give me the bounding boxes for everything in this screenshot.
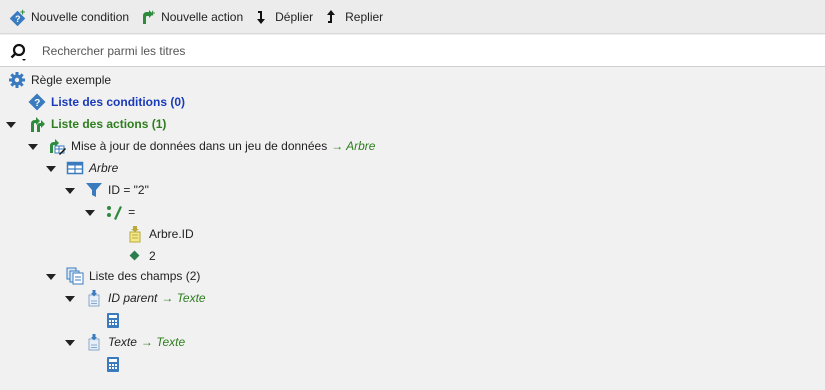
field-icon (129, 226, 141, 243)
new-action-button[interactable]: + Nouvelle action (139, 4, 243, 30)
tree-node-fields-list[interactable]: Liste des champs (2) (46, 265, 201, 287)
collapse-toggle-icon[interactable] (65, 188, 75, 194)
expand-label: Déplier (275, 9, 314, 24)
filter-label: ID = "2" (108, 183, 149, 197)
collapse-toggle-icon[interactable] (65, 340, 75, 346)
field-2-label: Texte (108, 335, 137, 349)
collapse-button[interactable]: Replier (323, 4, 383, 30)
actions-label: Liste des actions (1) (51, 117, 167, 131)
tree-node-update-action[interactable]: Mise à jour de données dans un jeu de do… (28, 135, 376, 157)
toolbar: ? + Nouvelle condition + Nouvelle action… (0, 0, 825, 34)
tree-node-field-2-calc[interactable] (104, 353, 122, 375)
calculator-icon (107, 313, 119, 328)
gear-icon (9, 72, 25, 88)
field-download-icon (88, 290, 100, 307)
tree-node-rule[interactable]: Règle exemple (8, 69, 111, 91)
collapse-toggle-icon[interactable] (65, 296, 75, 302)
svg-text:+: + (150, 8, 155, 18)
field-1-target: → Texte (161, 291, 206, 305)
operator-label: = (128, 205, 136, 219)
conditions-label: Liste des conditions (0) (51, 95, 186, 109)
fields-list-label: Liste des champs (2) (89, 269, 201, 283)
tree-node-operator[interactable]: = (85, 201, 136, 223)
collapse-toggle-icon[interactable] (46, 166, 56, 172)
collapse-label: Replier (345, 9, 384, 24)
operator-icon (107, 206, 122, 220)
update-action-label: Mise à jour de données dans un jeu de do… (71, 139, 328, 153)
expand-button[interactable]: Déplier (253, 4, 313, 30)
tree-node-field-1[interactable]: ID parent → Texte (65, 287, 206, 309)
search-input[interactable] (42, 41, 802, 61)
operand-value-label: 2 (149, 249, 156, 263)
update-action-target: → Arbre (331, 139, 376, 153)
filter-icon (86, 183, 102, 197)
tree-node-table[interactable]: Arbre (46, 157, 119, 179)
field-1-label: ID parent (108, 291, 158, 305)
condition-icon: ? (28, 93, 46, 111)
expand-arrow-icon (257, 10, 266, 24)
search-icon[interactable] (9, 42, 29, 62)
search-bar (0, 35, 825, 67)
svg-text:?: ? (34, 98, 40, 109)
new-condition-label: Nouvelle condition (31, 9, 130, 24)
actions-icon (31, 117, 45, 132)
calculator-icon (107, 357, 119, 372)
new-condition-icon: ? + (9, 8, 26, 26)
new-action-icon: + (143, 8, 155, 24)
table-icon (66, 161, 84, 175)
field-2-target: → Texte (140, 335, 186, 349)
rule-label: Règle exemple (31, 73, 112, 87)
field-download-icon (88, 334, 100, 351)
collapse-toggle-icon[interactable] (46, 274, 56, 280)
collapse-toggle-icon[interactable] (85, 210, 95, 216)
collapse-arrow-icon (327, 9, 336, 23)
operand-field-label: Arbre.ID (149, 227, 194, 241)
collapse-toggle-icon[interactable] (6, 122, 16, 128)
tree-node-conditions[interactable]: ? Liste des conditions (0) (28, 91, 185, 113)
collapse-toggle-icon[interactable] (28, 144, 38, 150)
update-data-icon (50, 139, 66, 155)
rule-tree: Règle exemple ? Liste des conditions (0)… (0, 68, 825, 390)
tree-node-field-2[interactable]: Texte → Texte (65, 331, 186, 353)
tree-node-actions[interactable]: Liste des actions (1) (6, 113, 167, 135)
new-action-label: Nouvelle action (161, 9, 244, 24)
table-label: Arbre (89, 161, 119, 175)
tree-node-operand-value[interactable]: 2 (126, 245, 156, 267)
new-condition-button[interactable]: ? + Nouvelle condition (9, 4, 129, 30)
tree-node-operand-field[interactable]: Arbre.ID (126, 223, 194, 245)
svg-text:+: + (20, 8, 25, 17)
value-diamond-icon (129, 250, 140, 261)
tree-node-field-1-calc[interactable] (104, 309, 122, 331)
tree-node-filter[interactable]: ID = "2" (65, 179, 149, 201)
fields-list-icon (66, 267, 84, 285)
